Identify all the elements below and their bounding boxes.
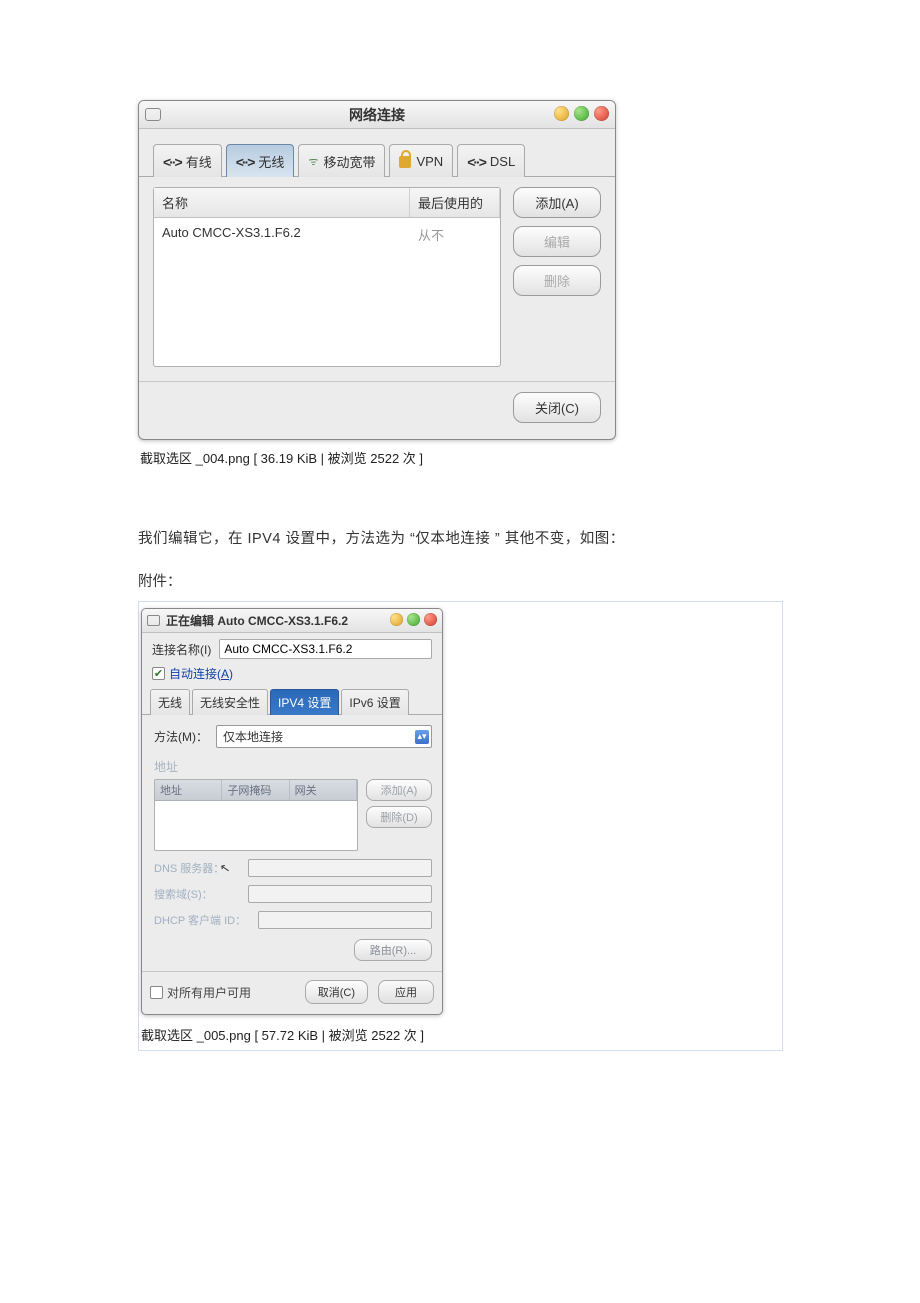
method-value: 仅本地连接 [223, 728, 283, 745]
tab-wired[interactable]: <··> 有线 [153, 144, 222, 177]
attachment-label: 附件： [138, 570, 920, 591]
search-domains-label: 搜索域(S)： [154, 886, 242, 902]
maximize-icon[interactable] [407, 613, 420, 626]
cursor-icon: ↖ [219, 860, 231, 876]
edit-connection-window: 正在编辑 Auto CMCC-XS3.1.F6.2 连接名称(I) ✔ 自动连接… [141, 608, 443, 1015]
tab-label: VPN [416, 154, 443, 169]
cancel-button[interactable]: 取消(C) [305, 980, 368, 1004]
dhcp-client-label: DHCP 客户端 ID： [154, 912, 252, 928]
tab-wireless[interactable]: <··> 无线 [226, 144, 295, 177]
tab-vpn[interactable]: VPN [389, 144, 453, 177]
tab-label: 无线 [258, 152, 284, 171]
list-header: 名称 最后使用的 [154, 188, 500, 218]
window-icon [145, 108, 161, 121]
close-icon[interactable] [424, 613, 437, 626]
col-address[interactable]: 地址 [155, 780, 222, 800]
addr-delete-button[interactable]: 删除(D) [366, 806, 432, 828]
chevron-updown-icon: ▴▾ [415, 730, 429, 744]
col-netmask[interactable]: 子网掩码 [222, 780, 289, 800]
screenshot-2-wrap: 正在编辑 Auto CMCC-XS3.1.F6.2 连接名称(I) ✔ 自动连接… [138, 601, 783, 1051]
tab-wireless[interactable]: 无线 [150, 689, 190, 715]
addresses-header: 地址 子网掩码 网关 [155, 780, 357, 801]
dsl-icon: <··> [467, 154, 485, 170]
method-label: 方法(M)： [154, 728, 208, 745]
addresses-section-label: 地址 [154, 758, 432, 775]
tab-label: DSL [490, 154, 515, 169]
dns-field[interactable] [248, 859, 432, 877]
maximize-icon[interactable] [574, 106, 589, 121]
window-title: 网络连接 [139, 105, 615, 125]
conn-name-label: 连接名称(I) [152, 641, 211, 658]
col-name[interactable]: 名称 [154, 188, 410, 217]
list-item[interactable]: Auto CMCC-XS3.1.F6.2 从不 [154, 218, 500, 251]
lock-icon [399, 156, 411, 168]
all-users-checkbox[interactable]: ✔ [150, 986, 163, 999]
tab-ipv4[interactable]: IPV4 设置 [270, 689, 339, 715]
conn-last-used: 从不 [410, 218, 500, 251]
addresses-table[interactable]: 地址 子网掩码 网关 [154, 779, 358, 851]
mobile-icon: ᯤ [308, 154, 318, 169]
screenshot-caption: 截取选区 _005.png [ 57.72 KiB | 被浏览 2522 次 ] [141, 1025, 782, 1044]
routes-button[interactable]: 路由(R)... [354, 939, 432, 961]
wired-icon: <··> [163, 154, 181, 170]
tab-wireless-security[interactable]: 无线安全性 [192, 689, 268, 715]
settings-tabs: 无线 无线安全性 IPV4 设置 IPv6 设置 [142, 688, 442, 715]
network-connections-window: 网络连接 <··> 有线 <··> 无线 ᯤ 移动宽带 VPN [138, 100, 616, 440]
all-users-label: 对所有用户可用 [167, 984, 251, 1001]
edit-button[interactable]: 编辑 [513, 226, 601, 257]
tab-label: 有线 [186, 152, 212, 171]
minimize-icon[interactable] [390, 613, 403, 626]
minimize-icon[interactable] [554, 106, 569, 121]
search-domains-field[interactable] [248, 885, 432, 903]
tab-ipv6[interactable]: IPv6 设置 [341, 689, 408, 715]
apply-button[interactable]: 应用 [378, 980, 434, 1004]
titlebar[interactable]: 网络连接 [139, 101, 615, 129]
dns-label: DNS 服务器：↖ [154, 860, 242, 876]
tab-mobile[interactable]: ᯤ 移动宽带 [298, 144, 385, 177]
instruction-text: 我们编辑它，在 IPV4 设置中，方法选为 “仅本地连接 ” 其他不变，如图： [138, 527, 920, 548]
col-last-used[interactable]: 最后使用的 [410, 188, 500, 217]
method-combo[interactable]: 仅本地连接 ▴▾ [216, 725, 432, 748]
screenshot-caption: 截取选区 _004.png [ 36.19 KiB | 被浏览 2522 次 ] [140, 448, 920, 467]
conn-name: Auto CMCC-XS3.1.F6.2 [154, 218, 410, 251]
tab-dsl[interactable]: <··> DSL [457, 144, 525, 177]
auto-connect-label: 自动连接(A) [169, 665, 233, 682]
delete-button[interactable]: 删除 [513, 265, 601, 296]
connection-type-tabs: <··> 有线 <··> 无线 ᯤ 移动宽带 VPN <··> DSL [139, 129, 615, 177]
col-gateway[interactable]: 网关 [290, 780, 357, 800]
window-title: 正在编辑 Auto CMCC-XS3.1.F6.2 [142, 612, 348, 629]
addr-add-button[interactable]: 添加(A) [366, 779, 432, 801]
close-icon[interactable] [594, 106, 609, 121]
wireless-icon: <··> [236, 154, 254, 170]
close-button[interactable]: 关闭(C) [513, 392, 601, 423]
auto-connect-checkbox[interactable]: ✔ [152, 667, 165, 680]
window-icon [147, 615, 160, 626]
tab-label: 移动宽带 [323, 152, 375, 171]
titlebar[interactable]: 正在编辑 Auto CMCC-XS3.1.F6.2 [142, 609, 442, 633]
dhcp-client-field[interactable] [258, 911, 432, 929]
add-button[interactable]: 添加(A) [513, 187, 601, 218]
connections-list[interactable]: 名称 最后使用的 Auto CMCC-XS3.1.F6.2 从不 [153, 187, 501, 367]
conn-name-field[interactable] [219, 639, 432, 659]
